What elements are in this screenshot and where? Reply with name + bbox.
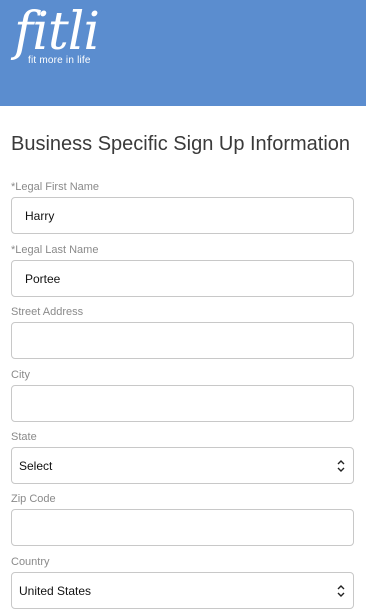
street-address-label: Street Address [11, 306, 84, 318]
page-title: Business Specific Sign Up Information [11, 133, 351, 155]
city-label: City [11, 369, 30, 381]
select-chevron-icon [337, 585, 345, 597]
logo-tagline: fit more in life [28, 55, 91, 66]
city-input[interactable] [12, 386, 353, 421]
first-name-field[interactable] [11, 197, 354, 234]
street-address-input[interactable] [12, 323, 353, 358]
city-field[interactable] [11, 385, 354, 422]
zip-code-field[interactable] [11, 509, 354, 546]
country-label: Country [11, 556, 50, 568]
state-select[interactable]: Select [11, 447, 354, 484]
last-name-input[interactable] [12, 261, 353, 296]
header-bar: fitli fit more in life [0, 0, 366, 106]
zip-code-label: Zip Code [11, 493, 56, 505]
select-chevron-icon [337, 460, 345, 472]
country-select[interactable]: United States [11, 572, 354, 609]
zip-code-input[interactable] [12, 510, 353, 545]
state-label: State [11, 431, 37, 443]
last-name-label: *Legal Last Name [11, 244, 99, 256]
first-name-input[interactable] [12, 198, 353, 233]
last-name-field[interactable] [11, 260, 354, 297]
street-address-field[interactable] [11, 322, 354, 359]
first-name-label: *Legal First Name [11, 181, 100, 193]
state-selected-value: Select [19, 459, 53, 473]
country-selected-value: United States [19, 584, 92, 598]
